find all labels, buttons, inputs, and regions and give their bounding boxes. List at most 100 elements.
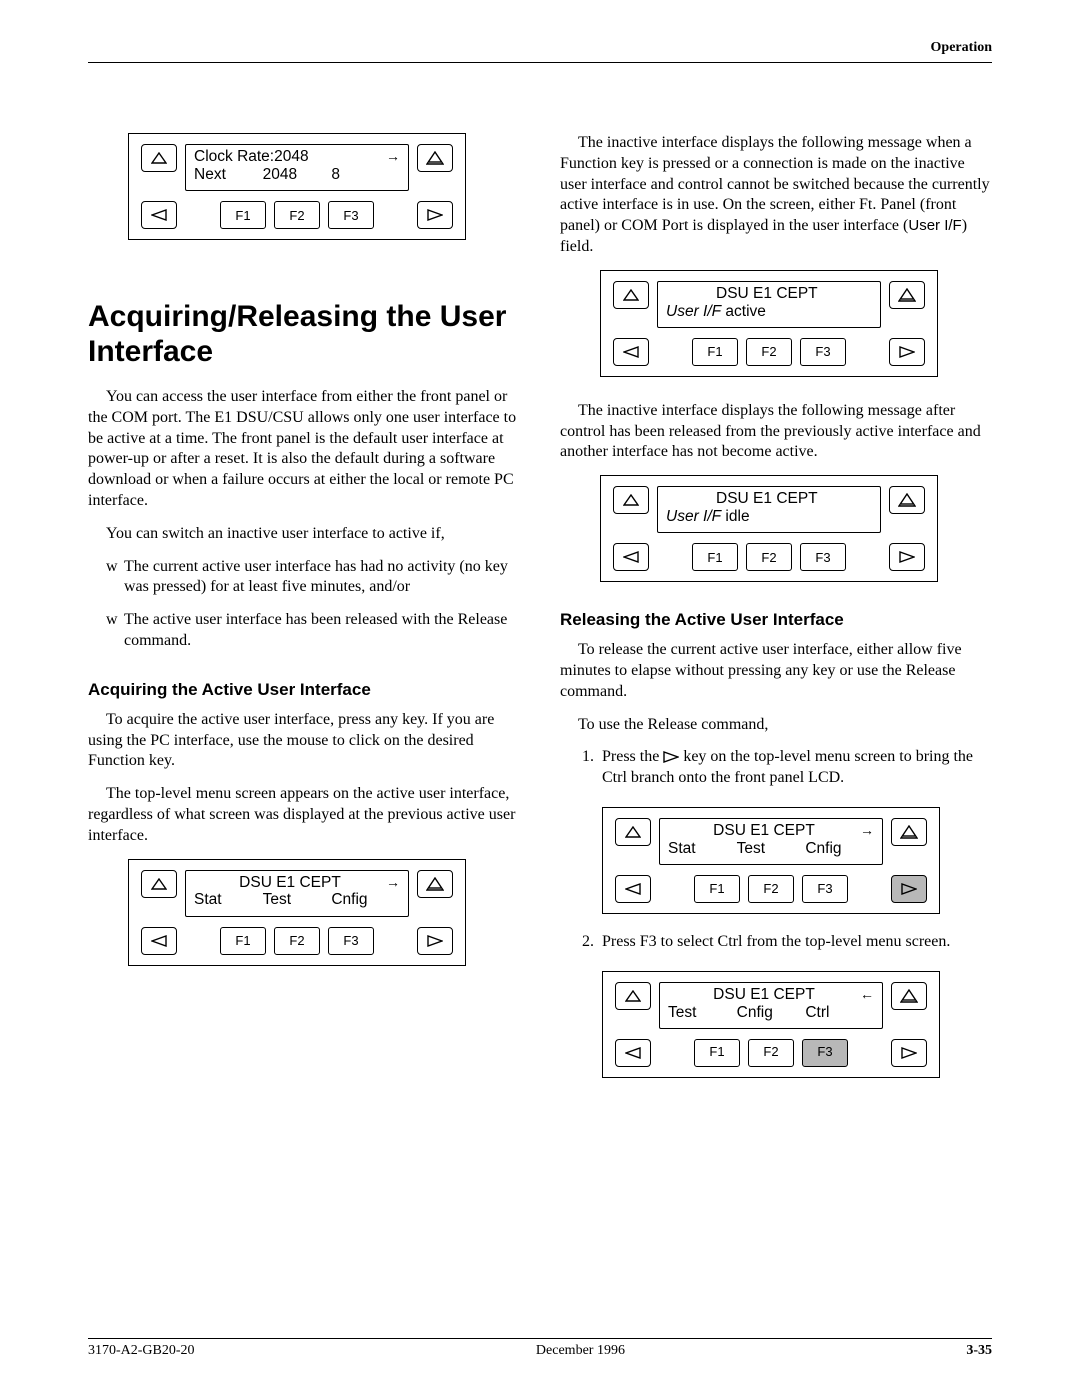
triangle-right-icon (427, 209, 443, 221)
left-arrow-button[interactable] (615, 1039, 651, 1067)
triangle-right-icon (427, 935, 443, 947)
f2-key[interactable]: F2 (746, 338, 792, 366)
triangle-left-icon (151, 209, 167, 221)
f2-key[interactable]: F2 (748, 1039, 794, 1067)
triangle-up-icon (625, 826, 641, 838)
up-arrow-button[interactable] (613, 486, 649, 514)
body-paragraph: The top-level menu screen appears on the… (88, 784, 520, 846)
menu-item: Test (263, 891, 332, 909)
lcd-screen: DSU E1 CEPT → Stat Test Cnfig (659, 818, 883, 865)
triangle-up-icon (623, 494, 639, 506)
up-arrow-button[interactable] (141, 870, 177, 898)
lcd-screen: DSU E1 CEPT ← Test Cnfig Ctrl (659, 982, 883, 1029)
select-icon (426, 877, 444, 891)
select-button[interactable] (889, 281, 925, 309)
select-icon (898, 493, 916, 507)
lcd-panel-idle: DSU E1 CEPT User I/F idle (600, 475, 938, 582)
left-arrow-button[interactable] (141, 201, 177, 229)
left-column: Clock Rate:2048 → Next 2048 8 (88, 133, 520, 1096)
f1-key[interactable]: F1 (694, 875, 740, 903)
step-text: Press F3 to select Ctrl from the top-lev… (602, 933, 950, 950)
body-paragraph: To release the current active user inter… (560, 640, 992, 702)
right-arrow-button[interactable] (891, 1039, 927, 1067)
f2-key[interactable]: F2 (274, 201, 320, 229)
screen-title: DSU E1 CEPT (666, 285, 868, 303)
triangle-left-icon (623, 551, 639, 563)
footer-rule (88, 1338, 992, 1339)
select-button[interactable] (889, 486, 925, 514)
header-rule (88, 62, 992, 63)
up-arrow-button[interactable] (615, 982, 651, 1010)
right-arrow-button-pressed[interactable] (891, 875, 927, 903)
f1-key[interactable]: F1 (692, 338, 738, 366)
up-arrow-button[interactable] (613, 281, 649, 309)
body-paragraph: The inactive interface displays the foll… (560, 401, 992, 463)
bullet-item: The active user interface has been relea… (106, 610, 520, 652)
f2-key[interactable]: F2 (746, 543, 792, 571)
lcd-panel-step2: DSU E1 CEPT ← Test Cnfig Ctrl (602, 971, 940, 1078)
screen-status: idle (721, 508, 749, 525)
f3-key[interactable]: F3 (802, 875, 848, 903)
right-column: The inactive interface displays the foll… (560, 133, 992, 1096)
triangle-up-icon (623, 289, 639, 301)
body-paragraph: You can switch an inactive user interfac… (88, 524, 520, 545)
up-arrow-button[interactable] (141, 144, 177, 172)
right-arrow-button[interactable] (889, 543, 925, 571)
triangle-left-icon (625, 1047, 641, 1059)
f2-key[interactable]: F2 (274, 927, 320, 955)
triangle-right-icon (899, 551, 915, 563)
left-arrow-button[interactable] (141, 927, 177, 955)
screen-title: DSU E1 CEPT (668, 986, 860, 1004)
screen-arrow-icon: ← (860, 986, 874, 1004)
triangle-up-icon (625, 990, 641, 1002)
triangle-right-icon (899, 346, 915, 358)
select-button[interactable] (417, 870, 453, 898)
left-arrow-button[interactable] (613, 338, 649, 366)
triangle-left-icon (625, 883, 641, 895)
right-arrow-button[interactable] (417, 201, 453, 229)
f3-key-pressed[interactable]: F3 (802, 1039, 848, 1067)
menu-item: Cnfig (805, 840, 874, 858)
screen-arrow-icon: → (386, 874, 400, 892)
select-button[interactable] (891, 982, 927, 1010)
triangle-left-icon (623, 346, 639, 358)
screen-arrow-icon: → (860, 822, 874, 840)
subsection-title: Acquiring the Active User Interface (88, 680, 520, 700)
up-arrow-button[interactable] (615, 818, 651, 846)
screen-arrow-icon: → (386, 148, 400, 166)
menu-item: Cnfig (331, 891, 400, 909)
f1-key[interactable]: F1 (220, 927, 266, 955)
screen-col3: 8 (331, 166, 400, 184)
screen-line1-text: Clock Rate:2048 (194, 148, 309, 166)
footer-date: December 1996 (536, 1343, 625, 1359)
right-arrow-button[interactable] (417, 927, 453, 955)
header-chapter: Operation (88, 40, 992, 56)
f3-key[interactable]: F3 (328, 927, 374, 955)
f1-key[interactable]: F1 (692, 543, 738, 571)
lcd-panel-menu: DSU E1 CEPT → Stat Test Cnfig (128, 859, 466, 966)
bullet-item: The current active user interface has ha… (106, 557, 520, 599)
lcd-screen: DSU E1 CEPT → Stat Test Cnfig (185, 870, 409, 917)
left-arrow-button[interactable] (615, 875, 651, 903)
select-icon (900, 989, 918, 1003)
body-paragraph: To use the Release command, (560, 715, 992, 736)
screen-col2: 2048 (263, 166, 332, 184)
triangle-right-icon (901, 883, 917, 895)
triangle-up-icon (151, 152, 167, 164)
select-button[interactable] (891, 818, 927, 846)
f2-key[interactable]: F2 (748, 875, 794, 903)
left-arrow-button[interactable] (613, 543, 649, 571)
section-title: Acquiring/Releasing the User Interface (88, 300, 520, 369)
select-button[interactable] (417, 144, 453, 172)
f3-key[interactable]: F3 (800, 543, 846, 571)
f1-key[interactable]: F1 (694, 1039, 740, 1067)
f3-key[interactable]: F3 (800, 338, 846, 366)
menu-item: Ctrl (805, 1004, 874, 1022)
screen-status: active (721, 303, 766, 320)
menu-item: Cnfig (737, 1004, 806, 1022)
right-arrow-button[interactable] (889, 338, 925, 366)
f3-key[interactable]: F3 (328, 201, 374, 229)
f1-key[interactable]: F1 (220, 201, 266, 229)
step-item: Press the key on the top-level menu scre… (598, 747, 992, 914)
triangle-up-icon (151, 878, 167, 890)
